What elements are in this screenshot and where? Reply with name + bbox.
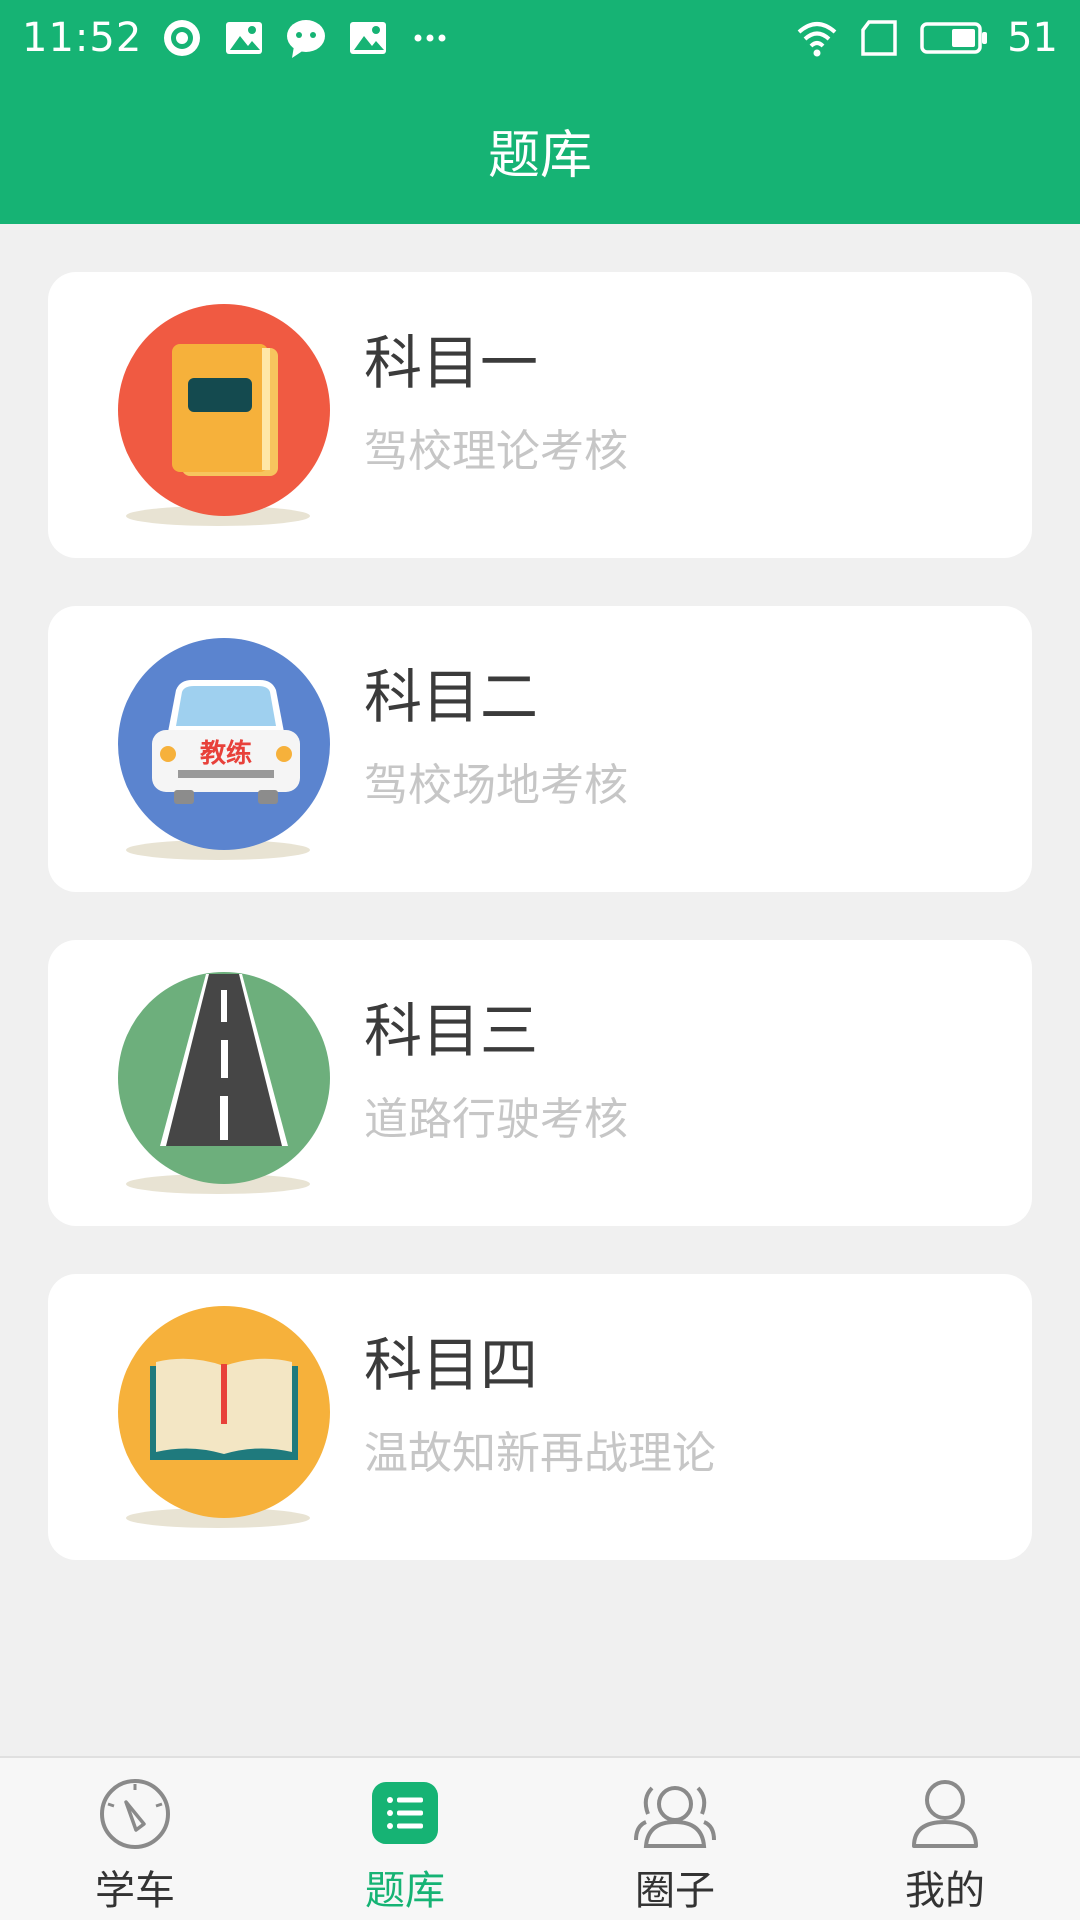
subject-title: 科目二 <box>364 663 539 731</box>
nav-label: 题库 <box>365 1868 445 1914</box>
nav-item-learn[interactable]: 学车 <box>0 1758 270 1920</box>
nav-label: 我的 <box>905 1868 985 1914</box>
status-left: 11:52 <box>22 15 452 61</box>
record-icon <box>164 20 201 56</box>
bottom-nav: 学车 题库 圈子 我的 <box>0 1756 1080 1920</box>
subject-card-3[interactable]: 科目三 道路行驶考核 <box>48 940 1032 1226</box>
status-time: 11:52 <box>22 15 143 61</box>
subject-card-1[interactable]: 科目一 驾校理论考核 <box>48 272 1032 558</box>
subject-title: 科目三 <box>364 997 539 1065</box>
subject-card-text: 科目一 驾校理论考核 <box>364 334 628 474</box>
training-car-icon: 教练 <box>118 638 330 860</box>
profile-icon <box>912 1780 978 1848</box>
subject-card-text: 科目二 驾校场地考核 <box>364 668 628 808</box>
subject-card-2[interactable]: 教练 科目二 驾校场地考核 <box>48 606 1032 892</box>
nav-item-profile[interactable]: 我的 <box>810 1758 1080 1920</box>
nav-label: 圈子 <box>635 1868 715 1914</box>
more-icon <box>414 34 446 42</box>
nav-item-question-bank[interactable]: 题库 <box>270 1758 540 1920</box>
subject-title: 科目一 <box>364 329 539 397</box>
battery-level: 51 <box>1007 15 1058 61</box>
sim-icon <box>861 20 897 56</box>
subject-card-4[interactable]: 科目四 温故知新再战理论 <box>48 1274 1032 1560</box>
community-icon <box>634 1786 716 1848</box>
image-icon <box>350 22 387 54</box>
road-icon <box>118 972 330 1194</box>
subject-subtitle: 温故知新再战理论 <box>364 1428 716 1479</box>
image-icon <box>226 22 263 54</box>
speedometer-icon <box>100 1779 170 1849</box>
top-header: 题库 <box>0 76 1080 224</box>
closed-book-icon <box>118 304 330 526</box>
app-root: 11:52 51 题库 科目一 驾校理论考核 教练 科目二 驾校场地考核 科目三… <box>0 0 1080 1920</box>
subject-title: 科目四 <box>364 1331 539 1399</box>
nav-item-community[interactable]: 圈子 <box>540 1758 810 1920</box>
list-icon <box>372 1782 438 1844</box>
subject-subtitle: 道路行驶考核 <box>364 1094 628 1145</box>
car-badge-text: 教练 <box>200 738 252 769</box>
subject-card-text: 科目三 道路行驶考核 <box>364 1002 628 1142</box>
page-title: 题库 <box>487 125 592 186</box>
chat-icon <box>287 20 326 58</box>
nav-label: 学车 <box>95 1868 175 1914</box>
battery-icon <box>920 22 988 54</box>
wifi-icon <box>797 22 837 57</box>
subject-card-text: 科目四 温故知新再战理论 <box>364 1336 716 1476</box>
open-book-icon <box>118 1306 330 1528</box>
subject-subtitle: 驾校场地考核 <box>364 760 628 811</box>
status-bar: 11:52 51 <box>0 0 1080 76</box>
subject-subtitle: 驾校理论考核 <box>364 426 628 477</box>
status-right: 51 <box>795 15 1058 61</box>
